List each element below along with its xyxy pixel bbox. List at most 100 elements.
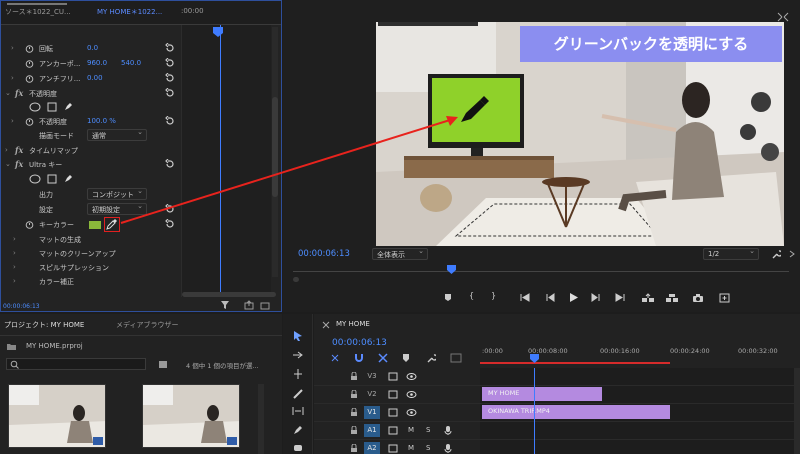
- reset-icon[interactable]: [165, 159, 175, 169]
- eyedropper-icon[interactable]: [105, 218, 118, 230]
- reset-icon[interactable]: [165, 73, 175, 83]
- tab-source[interactable]: ソース＊1022_CU...: [5, 7, 71, 17]
- key-color-swatch[interactable]: [89, 221, 101, 229]
- export-icon-2[interactable]: [260, 300, 270, 310]
- scrollbar[interactable]: [272, 27, 278, 277]
- chevron-right-icon[interactable]: ›: [13, 235, 16, 243]
- track-name[interactable]: A1: [364, 424, 380, 437]
- fx-icon[interactable]: fx: [15, 159, 23, 169]
- project-thumbnail[interactable]: [8, 384, 106, 448]
- stopwatch-icon[interactable]: [25, 220, 34, 229]
- program-timecode[interactable]: 00:00:06:13: [298, 249, 350, 259]
- lock-icon[interactable]: [350, 426, 358, 435]
- timeline-timecode[interactable]: 00:00:06:13: [332, 338, 387, 348]
- step-back-icon[interactable]: [545, 293, 555, 302]
- wrench-icon[interactable]: [426, 353, 436, 363]
- clip-v1-okinawa-trip[interactable]: OKINAWA TRIP.MP4: [482, 405, 670, 419]
- filter-icon[interactable]: [220, 300, 230, 310]
- expand-icon[interactable]: [777, 12, 789, 22]
- tab-media-browser[interactable]: メディアブラウザー: [116, 320, 179, 330]
- lift-icon[interactable]: [641, 293, 655, 303]
- go-to-out-icon[interactable]: [614, 293, 625, 302]
- antiflicker-value[interactable]: 0.00: [87, 74, 103, 82]
- reset-icon[interactable]: [165, 43, 175, 53]
- new-bin-icon[interactable]: [158, 360, 168, 369]
- timeline-scrollbar[interactable]: [794, 368, 800, 454]
- project-search-input[interactable]: [6, 358, 146, 370]
- work-area-bar[interactable]: [480, 362, 670, 364]
- project-thumbnail[interactable]: [142, 384, 240, 448]
- reset-icon[interactable]: [165, 58, 175, 68]
- reset-icon[interactable]: [165, 116, 175, 126]
- lock-icon[interactable]: [350, 408, 358, 417]
- program-video-frame[interactable]: グリーンバックを透明にする: [376, 22, 784, 246]
- reset-icon[interactable]: [165, 204, 175, 214]
- eye-icon[interactable]: [406, 408, 417, 417]
- resolution-select[interactable]: 1/2: [703, 247, 759, 260]
- captions-icon[interactable]: [450, 353, 462, 363]
- ripple-edit-tool-icon[interactable]: [292, 368, 304, 380]
- lock-icon[interactable]: [350, 390, 358, 399]
- chevron-right-icon[interactable]: ›: [11, 74, 14, 82]
- tab-project[interactable]: プロジェクト: MY HOME: [4, 320, 84, 330]
- chevron-right-icon[interactable]: ›: [13, 277, 16, 285]
- mute-button[interactable]: M: [408, 426, 414, 434]
- chevron-right-icon[interactable]: ›: [13, 249, 16, 257]
- mark-out-icon[interactable]: }: [491, 291, 496, 300]
- effect-mini-timeline[interactable]: [181, 25, 271, 297]
- timeline-ruler[interactable]: :00:00 00:00:08:00 00:00:16:00 00:00:24:…: [480, 334, 800, 364]
- sync-lock-icon[interactable]: [388, 390, 398, 399]
- anchor-y-value[interactable]: 540.0: [121, 59, 141, 67]
- nest-icon[interactable]: [330, 353, 340, 363]
- stopwatch-icon[interactable]: [25, 117, 34, 126]
- reset-icon[interactable]: [165, 88, 175, 98]
- ellipse-mask-icon[interactable]: [29, 174, 41, 184]
- chevron-right-icon[interactable]: ›: [11, 117, 14, 125]
- close-icon[interactable]: [322, 321, 330, 329]
- sync-lock-icon[interactable]: [388, 408, 398, 417]
- chevron-down-icon[interactable]: ⌄: [5, 89, 11, 97]
- export-icon[interactable]: [244, 300, 254, 310]
- lock-icon[interactable]: [350, 444, 358, 453]
- zoom-bar[interactable]: [293, 277, 789, 282]
- rectangle-mask-icon[interactable]: [47, 174, 57, 184]
- timeline-playhead[interactable]: [530, 354, 539, 363]
- chevron-right-icon[interactable]: ›: [13, 263, 16, 271]
- track-select-tool-icon[interactable]: [292, 350, 304, 360]
- step-forward-icon[interactable]: [591, 293, 601, 302]
- fx-icon[interactable]: fx: [15, 145, 23, 155]
- timeline-tab[interactable]: MY HOME: [336, 320, 370, 328]
- razor-tool-icon[interactable]: [292, 388, 304, 400]
- program-playhead[interactable]: [447, 265, 456, 274]
- project-scrollbar[interactable]: [258, 384, 264, 454]
- clip-v2-my-home[interactable]: MY HOME: [482, 387, 602, 401]
- playhead-handle[interactable]: [212, 26, 224, 38]
- mute-button[interactable]: M: [408, 444, 414, 452]
- microphone-icon[interactable]: [444, 443, 452, 454]
- sync-lock-icon[interactable]: [388, 372, 398, 381]
- rectangle-mask-icon[interactable]: [47, 102, 57, 112]
- camera-icon[interactable]: [692, 293, 704, 303]
- output-select[interactable]: コンポジット: [87, 187, 147, 200]
- eye-icon[interactable]: [406, 390, 417, 399]
- extract-icon[interactable]: [665, 293, 679, 303]
- pen-mask-icon[interactable]: [63, 173, 74, 184]
- go-to-in-icon[interactable]: [520, 293, 531, 302]
- setting-select[interactable]: 初期設定: [87, 202, 147, 215]
- chevron-right-icon[interactable]: [788, 250, 796, 258]
- track-name[interactable]: V2: [364, 388, 380, 401]
- chevron-right-icon[interactable]: ›: [5, 146, 8, 154]
- stopwatch-icon[interactable]: [25, 44, 34, 53]
- blend-mode-select[interactable]: 通常: [87, 128, 147, 141]
- chevron-right-icon[interactable]: ›: [11, 44, 14, 52]
- opacity-value[interactable]: 100.0 %: [87, 117, 116, 125]
- anchor-x-value[interactable]: 960.0: [87, 59, 107, 67]
- slip-tool-icon[interactable]: [292, 406, 304, 416]
- sync-lock-icon[interactable]: [388, 444, 398, 453]
- tab-effect-controls[interactable]: MY HOME＊1022...: [97, 7, 162, 17]
- reset-icon[interactable]: [165, 219, 175, 229]
- track-name[interactable]: V1: [364, 406, 380, 419]
- fit-select[interactable]: 全体表示: [372, 247, 428, 260]
- pen-mask-icon[interactable]: [63, 101, 74, 112]
- fx-icon[interactable]: fx: [15, 88, 23, 98]
